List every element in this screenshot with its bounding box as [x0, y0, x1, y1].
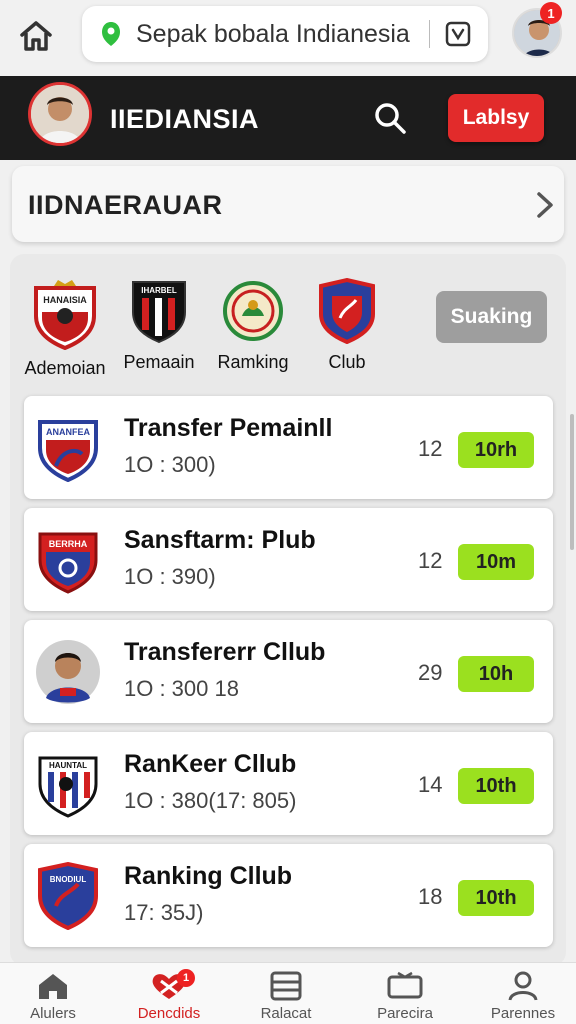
svg-text:ANANFEA: ANANFEA: [46, 427, 90, 437]
club-crest-icon: [223, 281, 283, 341]
scrollbar[interactable]: [570, 414, 574, 550]
list-item[interactable]: ANANFEA Transfer Pemainll 1O : 300) 12 1…: [24, 396, 553, 499]
app-header: IIEDIANSIA Lablsy: [0, 76, 576, 160]
nav-label: Alulers: [30, 1005, 76, 1022]
item-title: Ranking Cllub: [124, 862, 293, 890]
nav-badge: 1: [177, 969, 195, 987]
bottom-nav: Alulers 1 Dencdids Ralacat Parecira Pare…: [0, 962, 576, 1024]
address-bar[interactable]: Sepak bobala Indianesia: [82, 6, 488, 62]
category-club[interactable]: Club: [302, 278, 392, 373]
item-tag[interactable]: 10th: [458, 880, 534, 916]
nav-item-parennes[interactable]: Parennes: [473, 971, 573, 1022]
nav-item-ralacat[interactable]: Ralacat: [236, 971, 336, 1022]
category-label: Club: [328, 352, 366, 372]
browser-bar: Sepak bobala Indianesia 1: [0, 0, 576, 76]
section-title: IIDNAERAUAR: [28, 190, 223, 220]
address-divider: [429, 20, 430, 48]
person-icon: [508, 971, 538, 1001]
item-title: RanKeer Cllub: [124, 750, 297, 778]
club-crest-icon: ANANFEA: [38, 420, 98, 482]
nav-label: Ralacat: [260, 1005, 312, 1022]
club-crest-icon: BNODIUL: [38, 862, 98, 930]
nav-label: Dencdids: [137, 1005, 201, 1022]
site-logo-icon: [102, 22, 120, 46]
nav-item-alulers[interactable]: Alulers: [3, 971, 103, 1022]
item-subtitle: 1O : 380(17: 805): [124, 788, 297, 813]
list-item[interactable]: Transfererr Cllub 1O : 300 18 29 10h: [24, 620, 553, 723]
category-label: Ademoian: [24, 358, 106, 378]
ranking-button[interactable]: Suaking: [436, 291, 547, 343]
nav-label: Parecira: [377, 1005, 433, 1022]
user-avatar[interactable]: [28, 82, 92, 146]
home-button[interactable]: [14, 14, 58, 58]
club-crest-icon: HAUNTAL: [38, 756, 98, 818]
nav-item-parecira[interactable]: Parecira: [355, 971, 455, 1022]
item-title: Transfererr Cllub: [124, 638, 326, 666]
chevron-right-icon[interactable]: [532, 190, 558, 220]
item-title: Transfer Pemainll: [124, 414, 333, 442]
player-avatar: [36, 640, 100, 704]
club-crest-icon: HANAISIA: [34, 280, 96, 350]
item-tag[interactable]: 10th: [458, 768, 534, 804]
svg-text:BERRHA: BERRHA: [49, 539, 88, 549]
nav-label: Parennes: [490, 1005, 556, 1022]
club-crest-icon: [319, 278, 375, 344]
item-subtitle: 1O : 300 18: [124, 676, 239, 701]
category-pemaain[interactable]: IHARBEL Pemaain: [114, 278, 204, 373]
search-icon[interactable]: [372, 100, 408, 136]
item-tag[interactable]: 10m: [458, 544, 534, 580]
svg-text:HAUNTAL: HAUNTAL: [49, 761, 87, 770]
category-label: Ramking: [217, 352, 289, 372]
club-crest-icon: IHARBEL: [132, 281, 186, 344]
item-subtitle: 1O : 390): [124, 564, 216, 589]
section-header[interactable]: IIDNAERAUAR: [12, 166, 564, 242]
home-icon: [39, 974, 67, 999]
svg-text:BNODIUL: BNODIUL: [50, 875, 87, 884]
tv-icon: [387, 971, 423, 999]
list-item[interactable]: BNODIUL Ranking Cllub 17: 35J) 18 10th: [24, 844, 553, 947]
item-count: 12: [418, 548, 443, 573]
item-title: Sansftarm: Plub: [124, 526, 316, 554]
list-item[interactable]: HAUNTAL RanKeer Cllub 1O : 380(17: 805) …: [24, 732, 553, 835]
app-title: IIEDIANSIA: [110, 104, 260, 134]
list-icon: [270, 971, 302, 1001]
nav-item-dencdids[interactable]: 1 Dencdids: [119, 969, 219, 1022]
item-tag[interactable]: 10h: [458, 656, 534, 692]
item-subtitle: 17: 35J): [124, 900, 204, 925]
header-action-button[interactable]: Lablsy: [448, 94, 544, 142]
item-subtitle: 1O : 300): [124, 452, 216, 477]
svg-text:HANAISIA: HANAISIA: [43, 295, 87, 305]
svg-text:IHARBEL: IHARBEL: [141, 286, 177, 295]
item-count: 12: [418, 436, 443, 461]
notification-badge[interactable]: 1: [540, 2, 562, 24]
item-tag[interactable]: 10rh: [458, 432, 534, 468]
category-ramking[interactable]: Ramking: [208, 278, 298, 373]
item-count: 18: [418, 884, 443, 909]
url-text[interactable]: Sepak bobala Indianesia: [136, 20, 429, 49]
club-crest-icon: BERRHA: [38, 532, 98, 594]
item-count: 29: [418, 660, 443, 685]
category-ademoian[interactable]: HANAISIA Ademoian: [20, 278, 110, 379]
category-label: Pemaain: [123, 352, 195, 372]
home-icon: [20, 21, 52, 51]
extension-icon[interactable]: [444, 20, 472, 48]
list-item[interactable]: BERRHA Sansftarm: Plub 1O : 390) 12 10m: [24, 508, 553, 611]
item-count: 14: [418, 772, 443, 797]
